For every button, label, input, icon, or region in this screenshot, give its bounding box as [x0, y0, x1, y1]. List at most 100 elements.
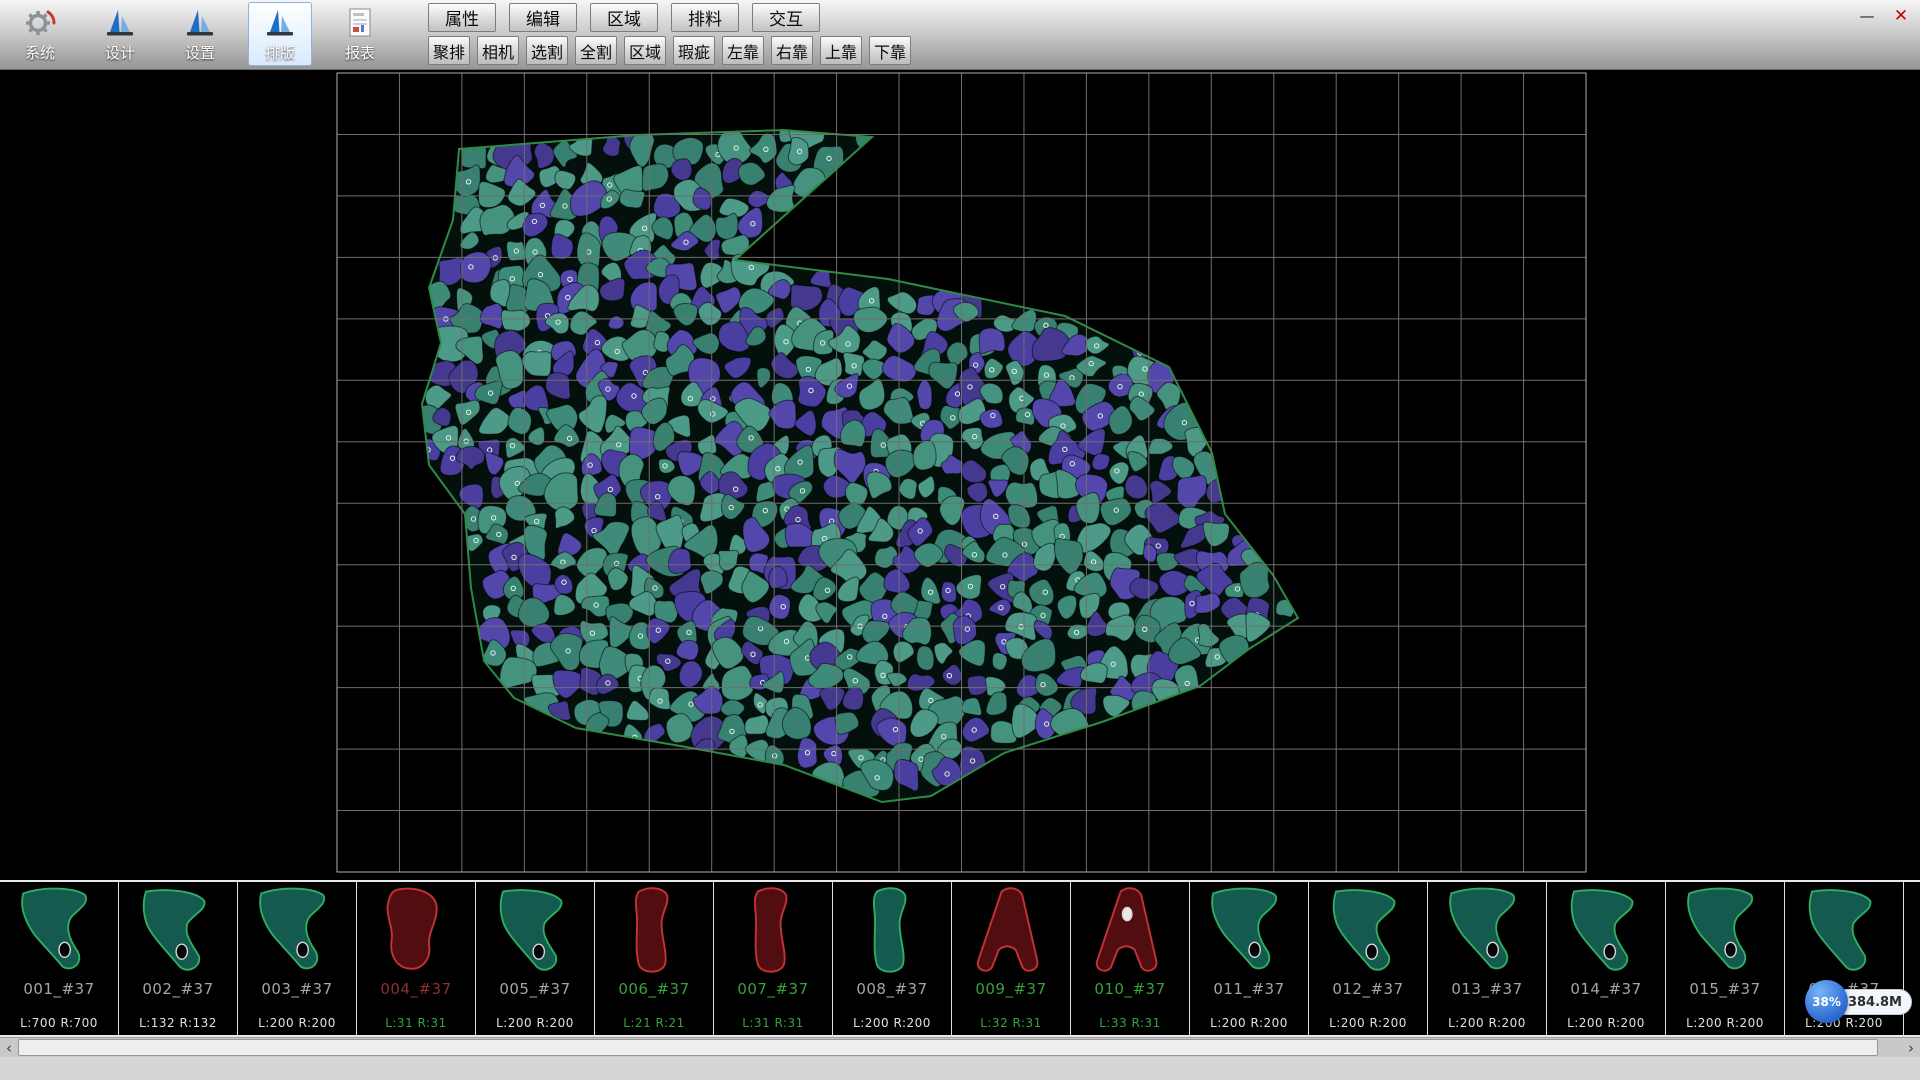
piece-counts: L:200 R:200 [1785, 1016, 1903, 1030]
piece-thumbnail-005_#37[interactable]: 005_#37 L:200 R:200 [476, 882, 595, 1035]
piece-counts: L:200 R:200 [238, 1016, 356, 1030]
piece-thumbnail-006_#37[interactable]: 006_#37 L:21 R:21 [595, 882, 714, 1035]
piece-name: 012_#37 [1309, 980, 1427, 998]
piece-name: 011_#37 [1190, 980, 1308, 998]
piece-name: 014_#37 [1547, 980, 1665, 998]
piece-thumbnail-001_#37[interactable]: 001_#37 L:700 R:700 [0, 882, 119, 1035]
piece-shape-icon [964, 884, 1058, 978]
piece-counts: L:200 R:200 [1547, 1016, 1665, 1030]
scroll-left-arrow-icon[interactable]: ‹ [0, 1038, 18, 1058]
menu-tab-region[interactable]: 区域 [590, 3, 658, 32]
scroll-right-arrow-icon[interactable]: › [1902, 1038, 1920, 1058]
tool-button-region[interactable]: 区域 [624, 36, 666, 65]
scrollbar-thumb[interactable] [18, 1039, 1878, 1056]
piece-counts: L:132 R:132 [119, 1016, 237, 1030]
tool-button-camera[interactable]: 相机 [477, 36, 519, 65]
piece-thumbnail-012_#37[interactable]: 012_#37 L:200 R:200 [1309, 882, 1428, 1035]
tool-button-align-left[interactable]: 左靠 [722, 36, 764, 65]
tool-button-cluster-nest[interactable]: 聚排 [428, 36, 470, 65]
menu-tab-interact[interactable]: 交互 [752, 3, 820, 32]
piece-name: 001_#37 [0, 980, 118, 998]
tool-button-select-cut[interactable]: 选割 [526, 36, 568, 65]
nesting-canvas[interactable] [0, 70, 1920, 880]
piece-counts: L:200 R:200 [833, 1016, 951, 1030]
horizontal-scrollbar[interactable]: ‹ › [0, 1037, 1920, 1057]
sail-icon [263, 5, 297, 41]
piece-name: 004_#37 [357, 980, 475, 998]
toolbar-setup-button[interactable]: 设置 [168, 2, 232, 66]
piece-thumbnail-013_#37[interactable]: 013_#37L:200 R:200 [1428, 882, 1547, 1035]
toolbar-label: 报表 [345, 42, 375, 63]
piece-shape-icon [131, 884, 225, 978]
sail-icon [183, 5, 217, 41]
piece-counts: L:31 R:31 [357, 1016, 475, 1030]
piece-shape-icon [607, 884, 701, 978]
sail-icon [103, 5, 137, 41]
tool-button-align-right[interactable]: 右靠 [771, 36, 813, 65]
tool-button-align-top[interactable]: 上靠 [820, 36, 862, 65]
piece-name: 008_#37 [833, 980, 951, 998]
piece-shape-icon [1202, 884, 1296, 978]
piece-thumbnail-004_#37[interactable]: 004_#37 L:31 R:31 [357, 882, 476, 1035]
menu-tab-edit[interactable]: 编辑 [509, 3, 577, 32]
piece-thumbnail-014_#37[interactable]: 014_#37 L:200 R:200 [1547, 882, 1666, 1035]
piece-shape-icon [1797, 884, 1891, 978]
piece-name: 013_#37 [1428, 980, 1546, 998]
piece-shape-icon [1321, 884, 1415, 978]
piece-counts: L:200 R:200 [476, 1016, 594, 1030]
toolbar-label: 排版 [265, 42, 295, 63]
window-controls: — ✕ [1854, 5, 1914, 27]
piece-shape-icon [845, 884, 939, 978]
piece-thumbnail-008_#37[interactable]: 008_#37 L:200 R:200 [833, 882, 952, 1035]
piece-thumbnail-015_#37[interactable]: 015_#37 L:200 R:200 [1666, 882, 1785, 1035]
toolbar-report-button[interactable]: 报表 [328, 2, 392, 66]
piece-thumbnail-011_#37[interactable]: 011_#37L:200 R:200 [1190, 882, 1309, 1035]
piece-name: 009_#37 [952, 980, 1070, 998]
piece-name: 005_#37 [476, 980, 594, 998]
toolbar-system-button[interactable]: 系统 [8, 2, 72, 66]
pieces-strip: 001_#37L:700 R:700002_#37L:132 R:132003_… [0, 880, 1920, 1037]
piece-thumbnail-010_#37[interactable]: 010_#37L:33 R:31 [1071, 882, 1190, 1035]
piece-shape-icon [12, 884, 106, 978]
piece-counts: L:200 R:200 [1309, 1016, 1427, 1030]
piece-name: 003_#37 [238, 980, 356, 998]
piece-counts: L:700 R:700 [0, 1016, 118, 1030]
window-bottom-edge [0, 1057, 1920, 1080]
piece-counts: L:200 R:200 [1666, 1016, 1784, 1030]
piece-counts: L:31 R:31 [714, 1016, 832, 1030]
piece-shape-icon [488, 884, 582, 978]
minimize-button[interactable]: — [1854, 5, 1880, 27]
toolbar-design-button[interactable]: 设计 [88, 2, 152, 66]
piece-counts: L:33 R:31 [1071, 1016, 1189, 1030]
piece-name: 006_#37 [595, 980, 713, 998]
piece-shape-icon [1678, 884, 1772, 978]
menu-tab-properties[interactable]: 属性 [428, 3, 496, 32]
piece-thumbnail-007_#37[interactable]: 007_#37 L:31 R:31 [714, 882, 833, 1035]
piece-shape-icon [726, 884, 820, 978]
piece-name: 002_#37 [119, 980, 237, 998]
piece-shape-icon [250, 884, 344, 978]
close-button[interactable]: ✕ [1888, 5, 1914, 27]
piece-name: 007_#37 [714, 980, 832, 998]
piece-shape-icon [1440, 884, 1534, 978]
tool-button-cut-all[interactable]: 全割 [575, 36, 617, 65]
piece-shape-icon [369, 884, 463, 978]
main-toolbar: 系统设计设置排版报表 属性编辑区域排料交互 聚排相机选割全割区域瑕疵左靠右靠上靠… [0, 0, 1920, 70]
piece-thumbnail-009_#37[interactable]: 009_#37 L:32 R:31 [952, 882, 1071, 1035]
piece-thumbnail-002_#37[interactable]: 002_#37 L:132 R:132 [119, 882, 238, 1035]
piece-counts: L:21 R:21 [595, 1016, 713, 1030]
tool-button-align-bottom[interactable]: 下靠 [869, 36, 911, 65]
toolbar-label: 设置 [185, 42, 215, 63]
app-mode-buttons: 系统 设计设置 排版 报表 [8, 2, 392, 68]
piece-name: 015_#37 [1666, 980, 1784, 998]
toolbar-label: 系统 [25, 42, 55, 63]
toolbar-nesting-button[interactable]: 排版 [248, 2, 312, 66]
piece-thumbnail-003_#37[interactable]: 003_#37 L:200 R:200 [238, 882, 357, 1035]
nesting-drawing [0, 70, 1920, 880]
progress-circle-badge[interactable]: 38% [1805, 980, 1848, 1023]
piece-shape-icon [1083, 884, 1177, 978]
gear-icon [22, 5, 58, 41]
tool-button-defect[interactable]: 瑕疵 [673, 36, 715, 65]
piece-counts: L:32 R:31 [952, 1016, 1070, 1030]
menu-tab-nest[interactable]: 排料 [671, 3, 739, 32]
